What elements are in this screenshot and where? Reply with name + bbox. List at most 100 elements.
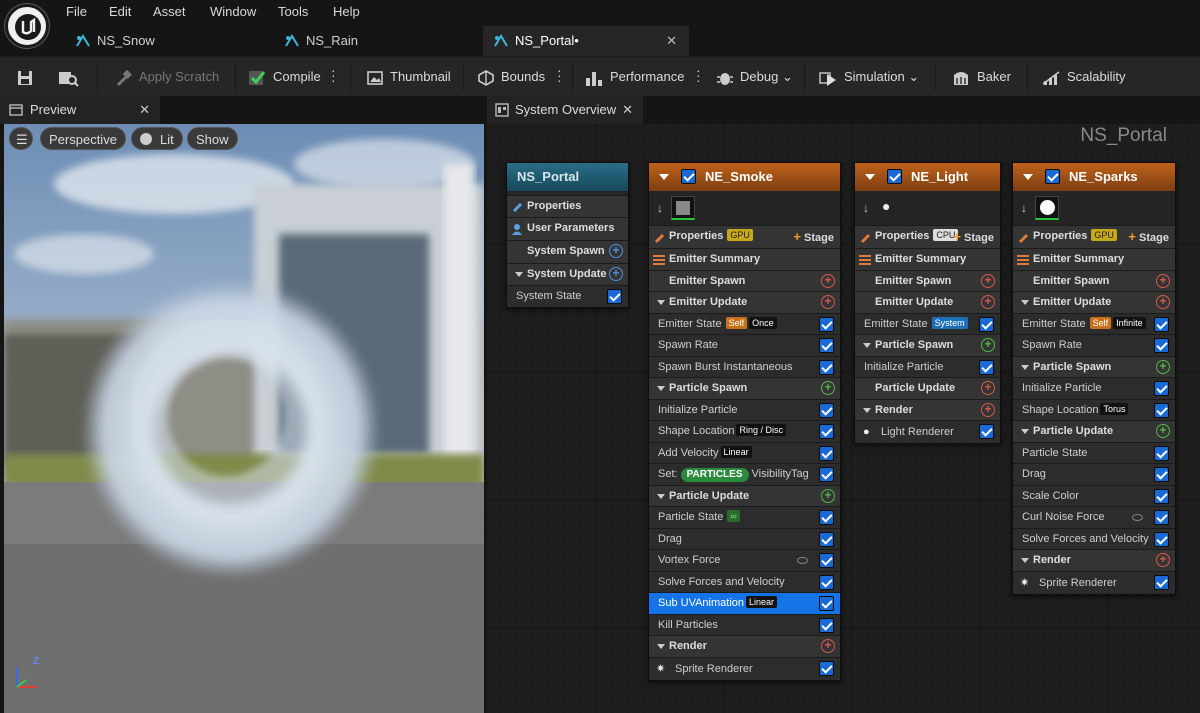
menu-file[interactable]: File [66,4,87,19]
module-row[interactable]: Kill Particles [649,613,840,635]
section-row[interactable]: Emitter Spawn + [1013,269,1175,291]
section-row[interactable]: Particle Spawn + [649,377,840,399]
enabled-checkbox[interactable] [819,531,834,547]
close-icon[interactable]: ✕ [666,26,677,56]
enabled-checkbox[interactable] [819,510,834,525]
system-overview-graph[interactable]: NS_Portal NS_Portal Properties User Para… [487,124,1200,713]
emitter-enabled-checkbox[interactable] [1045,169,1060,184]
unreal-logo[interactable] [5,4,49,48]
performance-options-icon[interactable]: · · · [696,63,701,87]
show-button[interactable]: Show [187,127,238,150]
viewport-menu-button[interactable]: ☰ [9,127,33,150]
system-properties-row[interactable]: Properties [507,195,628,217]
enabled-checkbox[interactable] [1154,381,1169,396]
tab-preview[interactable]: Preview ✕ [0,96,160,124]
enabled-checkbox[interactable] [819,445,834,461]
module-row[interactable]: Spawn Burst Instantaneous [649,355,840,377]
add-module-icon[interactable]: + [981,295,995,309]
apply-scratch-button[interactable]: Apply Scratch [115,57,219,97]
section-row[interactable]: Emitter Spawn + [649,269,840,291]
emitter-summary-row[interactable]: Emitter Summary [1013,248,1175,270]
baker-button[interactable]: Baker [951,57,1011,97]
module-row[interactable]: Particle State [1013,441,1175,463]
emitter-enabled-checkbox[interactable] [681,169,696,184]
enabled-checkbox[interactable] [607,289,622,304]
module-row[interactable]: Initialize Particle [855,355,1000,377]
module-row[interactable]: Shape Location Ring / Disc [649,420,840,442]
debug-dropdown[interactable]: Debug ⌄ [716,57,793,97]
section-row[interactable]: Emitter Update + [649,291,840,313]
enabled-checkbox[interactable] [979,359,994,375]
enabled-checkbox[interactable] [1154,467,1169,482]
tab-ns-snow[interactable]: NS_Snow [75,26,275,56]
add-stage-button[interactable]: + Stage [1128,226,1169,249]
enabled-checkbox[interactable] [979,424,994,439]
module-row[interactable]: Shape Location Torus [1013,398,1175,420]
add-module-icon[interactable]: + [821,639,835,653]
close-icon[interactable]: ✕ [622,96,633,124]
add-module-icon[interactable]: + [1156,424,1170,438]
add-module-icon[interactable]: + [1156,273,1170,288]
enabled-checkbox[interactable] [1154,338,1169,353]
add-module-icon[interactable]: + [1156,359,1170,374]
module-row[interactable]: Spawn Rate [1013,334,1175,356]
section-row[interactable]: Particle Spawn + [855,334,1000,356]
chevron-down-icon[interactable] [659,174,669,180]
section-row[interactable]: Particle Update + [649,484,840,506]
add-module-icon[interactable]: + [821,488,835,503]
enabled-checkbox[interactable] [1154,531,1169,547]
perspective-button[interactable]: Perspective [40,127,126,150]
module-row[interactable]: Scale Color [1013,484,1175,506]
add-module-icon[interactable]: + [981,381,995,395]
bounds-options-icon[interactable]: · · · [557,63,562,87]
chevron-down-icon[interactable] [1023,174,1033,180]
tab-ns-portal[interactable]: NS_Portal• ✕ [483,26,689,56]
module-row[interactable]: Sub UVAnimation Linear [649,592,840,614]
enabled-checkbox[interactable] [1154,574,1169,590]
thumbnail-button[interactable]: Thumbnail [366,57,451,97]
module-row[interactable]: Solve Forces and Velocity [649,570,840,592]
compile-button[interactable]: Compile [247,57,321,97]
menu-help[interactable]: Help [333,4,360,19]
performance-button[interactable]: Performance [584,57,684,97]
renderer-row[interactable]: ✷ Sprite Renderer [1013,570,1175,594]
section-row[interactable]: Render + [855,398,1000,420]
add-module-icon[interactable]: + [981,273,995,288]
add-module-icon[interactable]: + [1156,295,1170,309]
add-module-icon[interactable]: + [821,273,835,288]
pin-icon[interactable]: ↓ [863,201,869,215]
enabled-checkbox[interactable] [819,660,834,676]
tab-system-overview[interactable]: System Overview ✕ [487,96,643,124]
user-parameters-row[interactable]: User Parameters [507,217,628,240]
menu-edit[interactable]: Edit [109,4,131,19]
module-row[interactable]: Emitter State System [855,312,1000,334]
enabled-checkbox[interactable] [819,359,834,375]
add-module-icon[interactable]: + [981,338,995,352]
emitter-node-ne-sparks[interactable]: NE_Sparks ↓ Properties GPU + Stage Emitter Su… [1012,162,1176,595]
emitter-header[interactable]: NE_Light [855,163,1000,191]
emitter-node-ne-smoke[interactable]: NE_Smoke ↓ Properties GPU + Stage Emitter Sum… [648,162,841,681]
renderer-row[interactable]: ● Light Renderer [855,420,1000,443]
enabled-checkbox[interactable] [1154,488,1169,504]
module-row[interactable]: Particle State ∞ [649,506,840,528]
browse-asset-button[interactable] [57,57,85,97]
module-row[interactable]: Spawn Rate [649,334,840,356]
enabled-checkbox[interactable] [1154,402,1169,418]
preview-viewport[interactable]: Z [4,124,484,713]
system-spawn-row[interactable]: System Spawn + [507,240,628,263]
module-row[interactable]: Drag [1013,463,1175,485]
emitter-properties-row[interactable]: Properties GPU + Stage [649,225,840,248]
enabled-checkbox[interactable] [979,316,994,332]
enabled-checkbox[interactable] [1154,510,1169,525]
enabled-checkbox[interactable] [819,574,834,590]
enabled-checkbox[interactable] [819,402,834,418]
section-row[interactable]: Particle Update + [1013,420,1175,442]
module-row[interactable]: Solve Forces and Velocity [1013,527,1175,549]
compile-options-icon[interactable]: · · · [331,63,336,87]
add-module-icon[interactable]: + [981,402,995,417]
enabled-checkbox[interactable] [819,424,834,439]
add-module-icon[interactable]: + [609,267,623,281]
tab-ns-rain[interactable]: NS_Rain [284,26,484,56]
bounds-button[interactable]: Bounds [477,57,545,97]
enabled-checkbox[interactable] [1154,316,1169,332]
